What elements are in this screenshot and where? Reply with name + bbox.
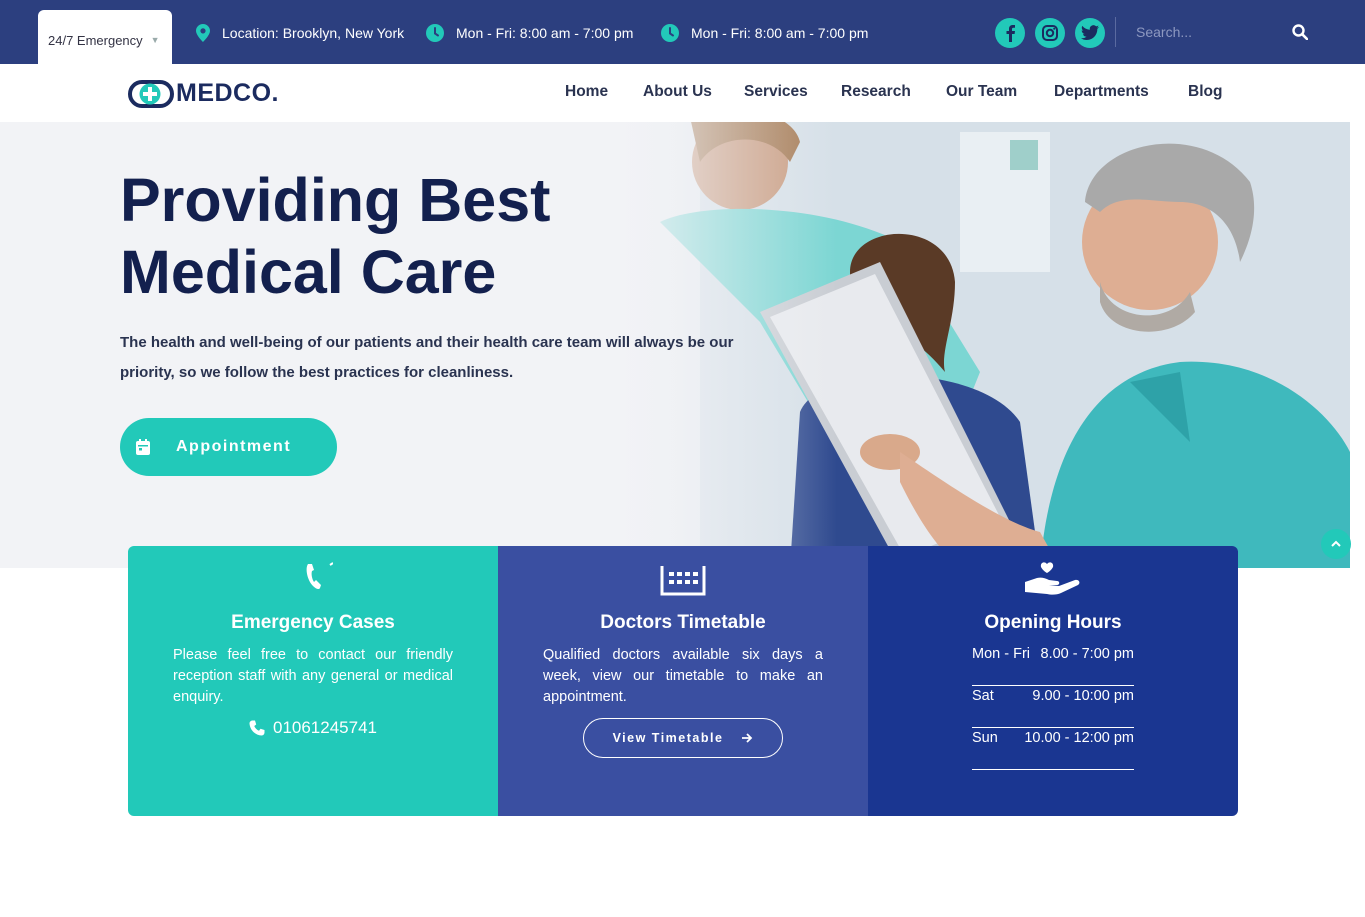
phone-ringing-icon xyxy=(306,562,333,590)
nav-services[interactable]: Services xyxy=(744,83,808,101)
hours-text-1: Mon - Fri: 8:00 am - 7:00 pm xyxy=(456,25,634,41)
calendar-icon xyxy=(136,439,150,455)
card-icon-wrap xyxy=(498,562,868,596)
timetable-card: Doctors Timetable Qualified doctors avai… xyxy=(498,546,868,816)
emergency-phone[interactable]: 01061245741 xyxy=(128,718,498,738)
emergency-dropdown[interactable]: 24/7 Emergency ▼ xyxy=(38,10,172,64)
divider xyxy=(1115,17,1116,47)
hours-day: Sat xyxy=(972,688,994,704)
emergency-card-title: Emergency Cases xyxy=(231,612,395,633)
appointment-button-label: Appointment xyxy=(176,438,292,455)
calendar-grid-icon xyxy=(660,566,706,596)
view-timetable-button[interactable]: View Timetable xyxy=(583,718,783,758)
emergency-card: Emergency Cases Please feel free to cont… xyxy=(128,546,498,816)
hero-description: The health and well-being of our patient… xyxy=(120,334,734,381)
hours-day: Mon - Fri xyxy=(972,646,1030,662)
opening-hours-title: Opening Hours xyxy=(984,612,1122,633)
medical-cross-logo-icon xyxy=(128,79,174,108)
location-text: Location: Brooklyn, New York xyxy=(222,25,405,41)
nav-blog[interactable]: Blog xyxy=(1188,83,1222,101)
card-icon-wrap xyxy=(868,562,1238,596)
hero-title-line-2: Medical Care xyxy=(120,238,497,306)
nav-home[interactable]: Home xyxy=(565,83,608,101)
emergency-dropdown-label: 24/7 Emergency xyxy=(48,32,143,48)
hand-care-icon xyxy=(1025,562,1080,595)
clock-icon xyxy=(426,24,444,42)
hero-title-line-1: Providing Best xyxy=(120,166,551,234)
facebook-link[interactable] xyxy=(995,18,1025,48)
logo-text: MEDCO. xyxy=(176,79,279,107)
phone-icon xyxy=(249,720,265,736)
hours-time: 9.00 - 10:00 pm xyxy=(1032,688,1134,704)
opening-hours-card: Opening Hours Mon - Fri 8.00 - 7:00 pm S… xyxy=(868,546,1238,816)
hero-title: Providing Best Medical Care xyxy=(120,164,680,308)
hours-text-2: Mon - Fri: 8:00 am - 7:00 pm xyxy=(691,25,869,41)
facebook-icon xyxy=(1006,25,1015,42)
twitter-link[interactable] xyxy=(1075,18,1105,48)
hours-time: 8.00 - 7:00 pm xyxy=(1040,646,1135,662)
twitter-icon xyxy=(1081,25,1099,40)
search-button[interactable] xyxy=(1288,20,1312,44)
chevron-up-icon xyxy=(1331,540,1341,547)
search-input[interactable] xyxy=(1124,16,1294,48)
scroll-to-top-button[interactable] xyxy=(1321,529,1351,559)
hours-time: 10.00 - 12:00 pm xyxy=(1024,730,1134,746)
hero-section: Providing Best Medical Care The health a… xyxy=(0,122,1350,568)
hours-info-1: Mon - Fri: 8:00 am - 7:00 pm xyxy=(426,22,633,44)
clock-icon xyxy=(661,24,679,42)
arrow-right-icon xyxy=(742,733,753,743)
emergency-card-text: Please feel free to contact our friendly… xyxy=(173,647,453,705)
instagram-icon xyxy=(1042,25,1058,41)
hours-info-2: Mon - Fri: 8:00 am - 7:00 pm xyxy=(661,22,868,44)
location-info: Location: Brooklyn, New York xyxy=(196,22,404,44)
instagram-link[interactable] xyxy=(1035,18,1065,48)
appointment-button[interactable]: Appointment xyxy=(120,418,337,476)
map-pin-icon xyxy=(196,24,210,42)
hours-row: Sun 10.00 - 12:00 pm xyxy=(972,728,1134,770)
view-timetable-label: View Timetable xyxy=(612,731,724,745)
main-navbar: MEDCO. Home About Us Services Research O… xyxy=(0,64,1365,122)
top-bar: 24/7 Emergency ▼ Location: Brooklyn, New… xyxy=(0,0,1365,64)
nav-departments[interactable]: Departments xyxy=(1054,83,1149,101)
timetable-card-title: Doctors Timetable xyxy=(600,612,766,633)
hours-row: Mon - Fri 8.00 - 7:00 pm xyxy=(972,644,1134,686)
nav-our-team[interactable]: Our Team xyxy=(946,83,1017,101)
hours-row: Sat 9.00 - 10:00 pm xyxy=(972,686,1134,728)
nav-about-us[interactable]: About Us xyxy=(643,83,712,101)
timetable-card-text: Qualified doctors available six days a w… xyxy=(543,647,823,705)
logo[interactable]: MEDCO. xyxy=(128,79,279,108)
card-icon-wrap xyxy=(128,562,498,594)
hours-day: Sun xyxy=(972,730,998,746)
emergency-phone-number: 01061245741 xyxy=(272,718,377,737)
chevron-down-icon: ▼ xyxy=(150,35,160,45)
info-cards: Emergency Cases Please feel free to cont… xyxy=(128,546,1238,816)
search-icon xyxy=(1292,24,1308,40)
nav-research[interactable]: Research xyxy=(841,83,911,101)
